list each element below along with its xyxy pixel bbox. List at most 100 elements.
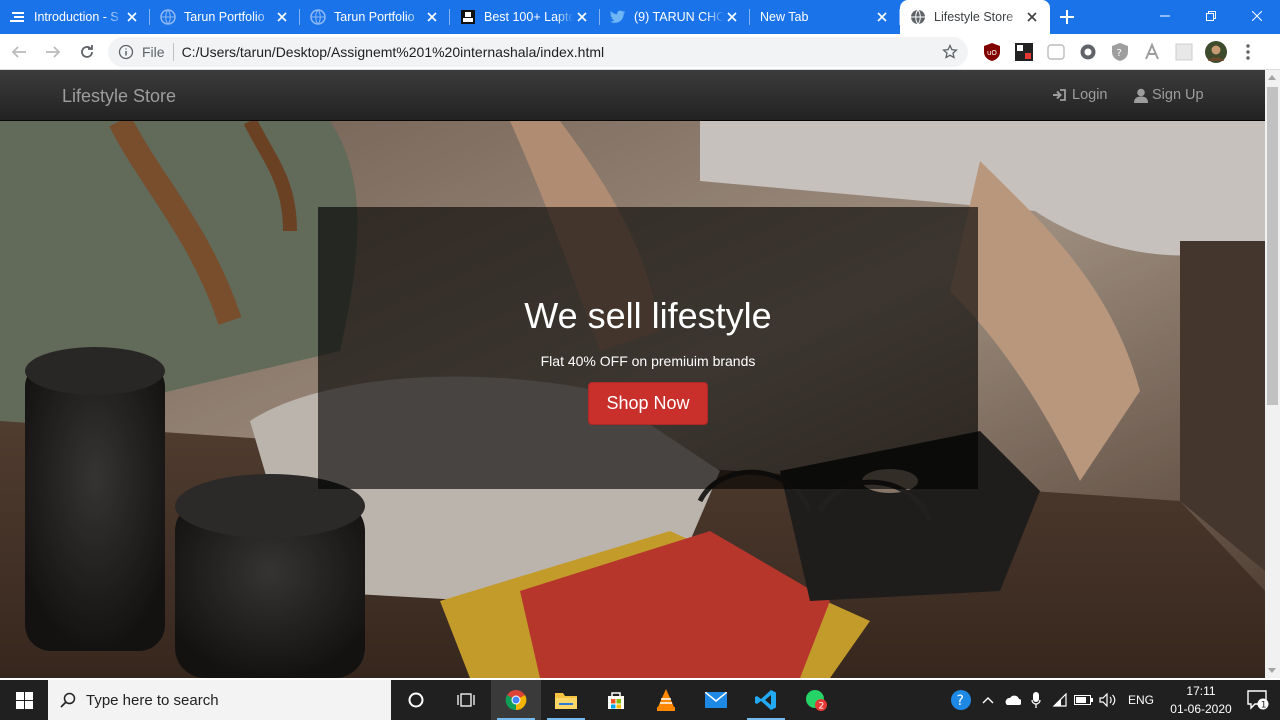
new-tab-button[interactable] — [1050, 0, 1084, 34]
pdf-icon[interactable] — [1140, 40, 1164, 64]
minimize-button[interactable] — [1142, 0, 1188, 32]
plus-icon — [1060, 10, 1074, 24]
pocket-icon[interactable] — [1044, 40, 1068, 64]
language-indicator[interactable]: ENG — [1128, 693, 1154, 707]
address-bar[interactable]: File C:/Users/tarun/Desktop/Assignemt%20… — [108, 37, 968, 67]
globe-icon — [910, 9, 926, 25]
user-icon — [1134, 88, 1148, 103]
vscode-taskbar-app[interactable] — [741, 680, 791, 720]
task-view-icon — [457, 693, 475, 707]
signup-link[interactable]: Sign Up — [1134, 87, 1204, 103]
back-button[interactable] — [4, 37, 34, 67]
battery-icon[interactable] — [1072, 680, 1096, 720]
onedrive-icon[interactable] — [1000, 680, 1024, 720]
close-icon[interactable] — [1024, 9, 1040, 25]
address-divider — [172, 43, 174, 61]
close-icon[interactable] — [124, 9, 140, 25]
close-icon[interactable] — [724, 9, 740, 25]
taskbar-clock[interactable]: 17:11 01-06-2020 — [1166, 682, 1236, 718]
reload-button[interactable] — [72, 37, 102, 67]
brand-link[interactable]: Lifestyle Store — [62, 86, 176, 107]
chrome-taskbar-app[interactable] — [491, 680, 541, 720]
browser-tab[interactable]: (9) TARUN CHO — [600, 0, 750, 34]
store-icon — [608, 692, 624, 709]
site-navbar: Lifestyle Store Login Sign Up — [0, 70, 1265, 121]
profile-avatar-icon[interactable] — [1204, 40, 1228, 64]
close-icon[interactable] — [424, 9, 440, 25]
browser-tab[interactable]: New Tab — [750, 0, 900, 34]
browser-tab[interactable]: Best 100+ Lapto — [450, 0, 600, 34]
file-explorer-taskbar-app[interactable] — [541, 680, 591, 720]
signup-label: Sign Up — [1152, 87, 1204, 103]
mail-taskbar-app[interactable] — [691, 680, 741, 720]
arrow-right-icon — [46, 45, 61, 58]
kebab-menu-icon[interactable] — [1236, 40, 1260, 64]
folder-icon — [555, 693, 577, 709]
svg-text:?: ? — [1117, 48, 1122, 59]
whatsapp-icon: 2 — [806, 690, 827, 712]
scroll-down-icon[interactable] — [1268, 668, 1276, 673]
close-icon[interactable] — [574, 9, 590, 25]
amazon-icon — [460, 9, 476, 25]
whatsapp-taskbar-app[interactable]: 2 — [791, 680, 841, 720]
vscode-icon — [755, 690, 776, 710]
bookmark-star-icon[interactable] — [942, 44, 958, 60]
browser-tab[interactable]: Tarun Portfolio — [150, 0, 300, 34]
tab-title: Tarun Portfolio — [184, 10, 265, 24]
vlc-icon — [657, 689, 675, 711]
info-icon[interactable] — [118, 44, 134, 60]
tab-title: Lifestyle Store — [934, 10, 1014, 24]
ublock-icon[interactable]: uO — [980, 40, 1004, 64]
action-center-button[interactable]: 1 — [1236, 680, 1280, 720]
scroll-up-icon[interactable] — [1268, 75, 1276, 80]
task-view-button[interactable] — [441, 680, 491, 720]
globe-icon — [310, 9, 326, 25]
browser-tab[interactable]: Introduction - S — [0, 0, 150, 34]
help-icon[interactable]: ? — [946, 680, 976, 720]
twitter-icon — [610, 9, 626, 25]
notification-icon: 1 — [1247, 690, 1269, 710]
volume-icon[interactable] — [1096, 680, 1120, 720]
coupon-off-icon[interactable] — [1012, 40, 1036, 64]
store-taskbar-app[interactable] — [591, 680, 641, 720]
vlc-taskbar-app[interactable] — [641, 680, 691, 720]
wifi-icon[interactable] — [1048, 680, 1072, 720]
close-icon[interactable] — [874, 9, 890, 25]
taskbar-search[interactable]: Type here to search — [48, 680, 391, 720]
tab-title: (9) TARUN CHO — [634, 10, 724, 24]
scrollbar-thumb[interactable] — [1267, 87, 1278, 405]
shop-now-button[interactable]: Shop Now — [588, 382, 708, 425]
login-link[interactable]: Login — [1052, 87, 1107, 103]
chevron-up-icon[interactable] — [976, 680, 1000, 720]
url-scheme: File — [142, 44, 165, 60]
start-button[interactable] — [0, 680, 48, 720]
hero-heading: We sell lifestyle — [524, 295, 772, 336]
clock-date: 01-06-2020 — [1170, 702, 1232, 716]
arrow-left-icon — [11, 45, 26, 58]
hero-subheading: Flat 40% OFF on premiuim brands — [540, 353, 756, 369]
browser-tab-active[interactable]: Lifestyle Store — [900, 0, 1050, 34]
grey-extension-icon[interactable] — [1172, 40, 1196, 64]
forward-button[interactable] — [38, 37, 68, 67]
close-icon[interactable] — [274, 9, 290, 25]
shield-question-icon[interactable]: ? — [1108, 40, 1132, 64]
circle-extension-icon[interactable] — [1076, 40, 1100, 64]
page-viewport: Lifestyle Store Login Sign Up We sell li… — [0, 70, 1265, 678]
url-text[interactable]: C:/Users/tarun/Desktop/Assignemt%201%20i… — [182, 44, 942, 60]
cortana-icon — [408, 692, 424, 708]
close-window-button[interactable] — [1234, 0, 1280, 32]
page-scrollbar[interactable] — [1265, 70, 1280, 678]
browser-tab[interactable]: Tarun Portfolio — [300, 0, 450, 34]
stackedit-icon — [10, 9, 26, 25]
windows-taskbar: Type here to search 2 ? ENG 17:11 01-06- — [0, 680, 1280, 720]
notification-count: 1 — [1261, 701, 1267, 711]
hero-section: We sell lifestyle Flat 40% OFF on premiu… — [0, 121, 1265, 678]
cortana-button[interactable] — [391, 680, 441, 720]
restore-button[interactable] — [1188, 0, 1234, 32]
chrome-icon — [505, 690, 527, 711]
tab-title: Introduction - S — [34, 10, 119, 24]
tab-title: New Tab — [760, 10, 809, 24]
browser-toolbar: File C:/Users/tarun/Desktop/Assignemt%20… — [0, 34, 1280, 70]
microphone-icon[interactable] — [1024, 680, 1048, 720]
svg-text:?: ? — [956, 693, 963, 709]
